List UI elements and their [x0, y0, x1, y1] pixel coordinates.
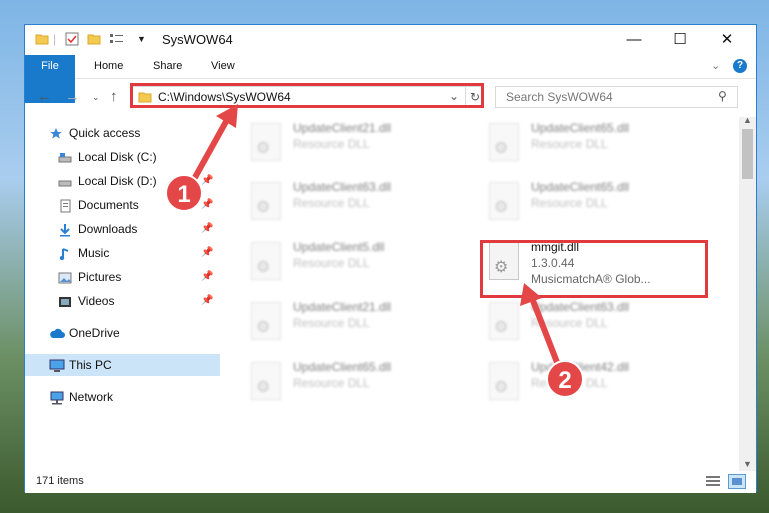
step-badge-2: 2 [546, 360, 584, 398]
annotation-arrows [185, 104, 563, 372]
arrow-step-2 [520, 283, 563, 372]
step-badge-1: 1 [165, 174, 203, 212]
